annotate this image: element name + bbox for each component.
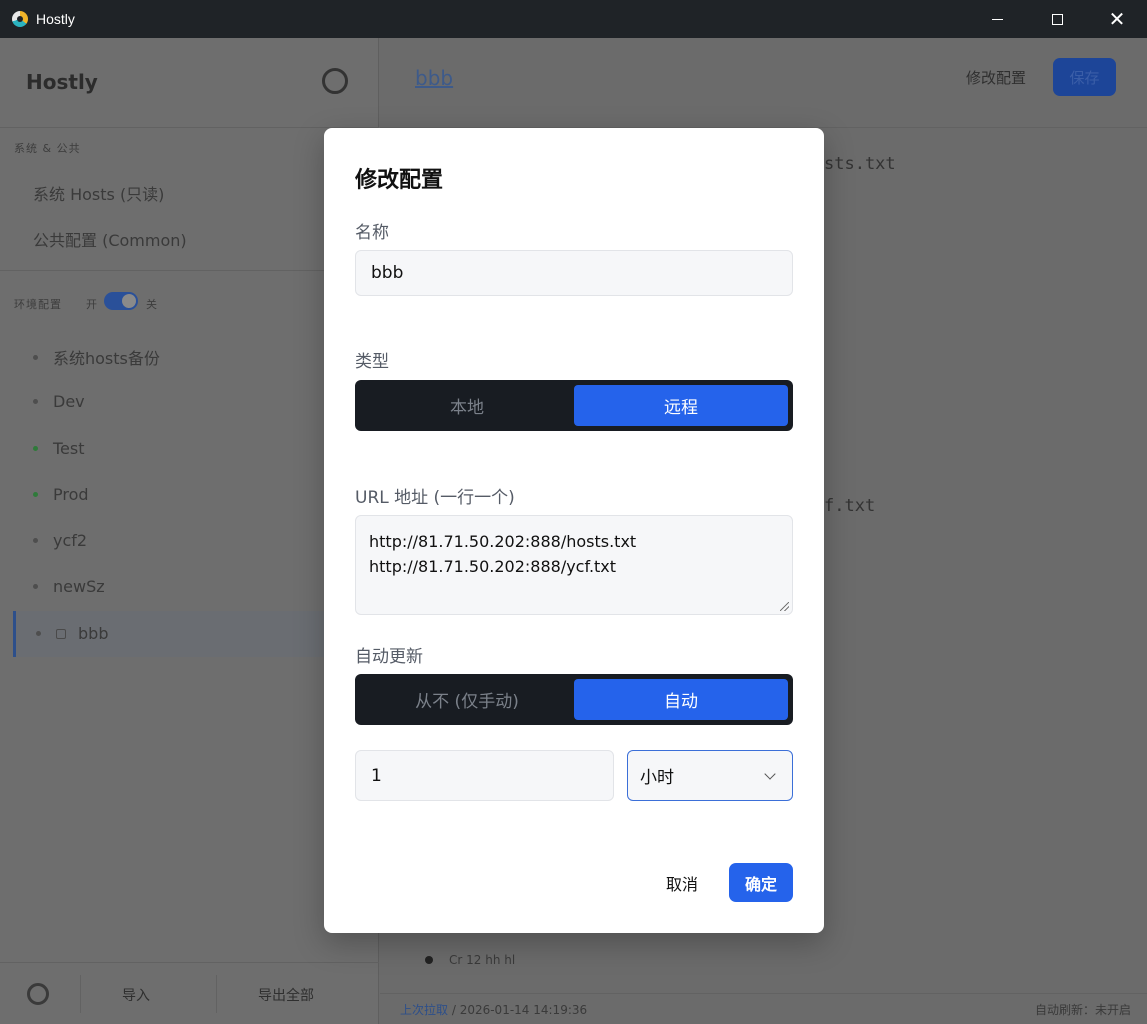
divider xyxy=(0,127,379,128)
env-toggle[interactable] xyxy=(104,292,138,310)
github-icon[interactable] xyxy=(322,68,348,94)
interval-input[interactable]: 1 xyxy=(355,750,614,801)
maximize-icon xyxy=(1051,13,1063,25)
sidebar-brand: Hostly xyxy=(26,70,98,94)
toggle-on-label: 开 xyxy=(86,298,97,311)
interval-unit-select[interactable]: 小时 xyxy=(627,750,793,801)
status-time: 2026-01-14 14:19:36 xyxy=(459,1003,588,1017)
page-title: bbb xyxy=(415,66,454,90)
status-dot xyxy=(36,631,41,636)
import-button[interactable]: 导入 xyxy=(122,985,150,1005)
sidebar: Hostly 系统 & 公共 系统 Hosts (只读) 公共配置 (Commo… xyxy=(0,38,379,1024)
sidebar-profile-test[interactable]: Test xyxy=(33,439,85,458)
url-label: URL 地址 (一行一个) xyxy=(355,488,515,508)
divider xyxy=(80,975,81,1013)
window-title: Hostly xyxy=(36,11,75,27)
cancel-button[interactable]: 取消 xyxy=(653,863,711,902)
url-line: http://81.71.50.202:888/ycf.txt xyxy=(369,557,617,576)
editor-text-fragment: sts.txt xyxy=(824,154,896,174)
sidebar-footer: 导入 导出全部 xyxy=(0,962,379,1024)
log-entry: Cr 12 hh hl xyxy=(425,953,515,967)
app-logo-icon xyxy=(12,11,28,27)
export-all-button[interactable]: 导出全部 xyxy=(258,985,314,1005)
divider xyxy=(0,270,379,271)
status-dot xyxy=(33,446,38,451)
auto-option-auto[interactable]: 自动 xyxy=(574,679,788,720)
sidebar-profile-dev[interactable]: Dev xyxy=(33,392,85,411)
status-dot xyxy=(33,492,38,497)
type-segmented-control: 本地 远程 xyxy=(355,380,793,431)
resize-handle-icon[interactable] xyxy=(780,602,789,611)
section-env-label: 环境配置 xyxy=(14,298,62,311)
settings-icon[interactable] xyxy=(27,982,49,1005)
auto-update-label: 自动更新 xyxy=(355,647,423,667)
sidebar-item-common[interactable]: 公共配置 (Common) xyxy=(33,227,187,251)
sidebar-profile-prod[interactable]: Prod xyxy=(33,485,89,504)
sidebar-profile-newsz[interactable]: newSz xyxy=(33,577,105,596)
type-label: 类型 xyxy=(355,352,389,372)
edit-icon xyxy=(56,628,66,639)
close-icon: ✕ xyxy=(1108,7,1126,31)
status-dot xyxy=(33,399,38,404)
name-label: 名称 xyxy=(355,223,389,243)
sidebar-item-system-hosts[interactable]: 系统 Hosts (只读) xyxy=(33,181,164,205)
minimize-button[interactable] xyxy=(967,0,1027,38)
maximize-button[interactable] xyxy=(1027,0,1087,38)
sidebar-profile-backup[interactable]: 系统hosts备份 xyxy=(33,345,160,369)
status-dot xyxy=(33,354,38,360)
auto-update-segmented-control: 从不 (仅手动) 自动 xyxy=(355,674,793,725)
type-option-remote[interactable]: 远程 xyxy=(574,385,788,426)
confirm-button[interactable]: 确定 xyxy=(729,863,793,902)
name-input[interactable]: bbb xyxy=(355,250,793,296)
auto-option-never[interactable]: 从不 (仅手动) xyxy=(360,679,574,720)
minimize-icon xyxy=(991,18,1003,20)
url-line: http://81.71.50.202:888/hosts.txt xyxy=(369,532,637,551)
chevron-down-icon xyxy=(764,767,776,780)
save-button[interactable]: 保存 xyxy=(1053,58,1116,96)
toggle-off-label: 关 xyxy=(146,298,157,311)
bullet-icon xyxy=(425,956,433,964)
sidebar-profile-ycf2[interactable]: ycf2 xyxy=(33,531,87,550)
edit-config-dialog: 修改配置 名称 bbb 类型 本地 远程 URL 地址 (一行一个) http:… xyxy=(324,128,824,933)
section-system-label: 系统 & 公共 xyxy=(14,142,81,155)
status-dot xyxy=(33,584,38,589)
dialog-title: 修改配置 xyxy=(355,168,444,193)
divider xyxy=(216,975,217,1013)
status-link[interactable]: 上次拉取 xyxy=(400,1003,448,1017)
close-window-button[interactable]: ✕ xyxy=(1087,0,1147,38)
edit-config-button[interactable]: 修改配置 xyxy=(966,67,1026,88)
title-bar: Hostly ✕ xyxy=(0,0,1147,38)
editor-text-fragment: f.txt xyxy=(824,496,876,516)
url-textarea[interactable]: http://81.71.50.202:888/hosts.txt http:/… xyxy=(355,515,793,615)
auto-refresh-status: 自动刷新：未开启 xyxy=(1034,1003,1131,1017)
status-dot xyxy=(33,538,38,543)
status-bar: 上次拉取 / 2026-01-14 14:19:36 自动刷新：未开启 xyxy=(380,993,1147,1024)
type-option-local[interactable]: 本地 xyxy=(360,385,574,426)
